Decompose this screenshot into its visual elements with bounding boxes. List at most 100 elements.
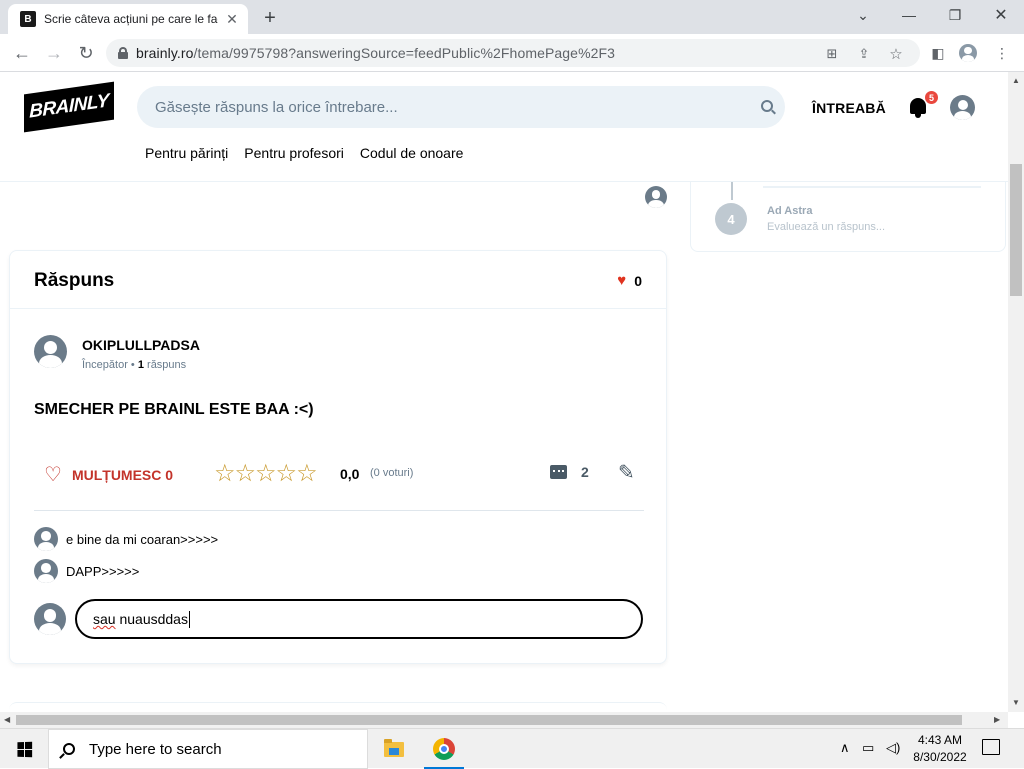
author-name[interactable]: OKIPLULLPADSA [82,337,200,353]
scroll-left-icon[interactable]: ◀ [4,715,10,724]
commenter-avatar[interactable] [34,527,58,551]
url-host: brainly.ro [136,45,194,61]
chrome-taskbar-icon[interactable] [420,729,468,769]
page-content: BRAINLY Găsește răspuns la orice întreba… [0,72,1008,712]
votes-count: (0 voturi) [370,467,414,479]
horizontal-scroll-thumb[interactable] [16,715,962,725]
new-tab-button[interactable]: + [258,6,282,30]
tab-close-icon[interactable]: ✕ [224,11,240,27]
notification-badge: 5 [924,90,939,105]
lock-icon[interactable] [118,47,128,59]
comments-button[interactable]: 2 [550,464,589,480]
comment-item: DAPP>>>>> [34,559,139,583]
comment-input-word: sau [93,611,116,627]
bookmark-star-icon[interactable]: ☆ [888,46,904,63]
back-button[interactable]: ← [8,39,36,67]
taskbar-search-placeholder: Type here to search [89,740,222,758]
comments-count: 2 [581,464,589,480]
search-icon[interactable] [761,100,773,112]
file-explorer-icon[interactable] [370,729,418,769]
header-links: Pentru părinți Pentru profesori Codul de… [145,145,463,161]
comment-text: e bine da mi coaran>>>>> [66,531,219,547]
rating-value: 0,0 [340,466,360,482]
next-card-edge [9,702,667,712]
start-button[interactable] [0,729,48,769]
commenter-avatar[interactable] [34,559,58,583]
author-answers-label: răspuns [147,359,187,371]
comments-divider [34,510,644,511]
reload-button[interactable]: ↻ [72,39,100,67]
vertical-scrollbar[interactable]: ▲ ▼ [1008,72,1024,712]
answer-text: SMECHER PE BRAINL ESTE BAA :<) [34,401,314,418]
author-meta: Începător • 1 răspuns [82,359,187,371]
comment-text: DAPP>>>>> [66,563,140,579]
user-avatar[interactable] [950,95,975,120]
scroll-up-icon[interactable]: ▲ [1012,76,1020,85]
text-caret [188,610,190,628]
taskbar-search[interactable]: Type here to search [48,729,368,769]
vertical-scroll-thumb[interactable] [1010,164,1022,296]
tab-title: Scrie câteva acțiuni pe care le fac [44,12,218,26]
author-rank: Începător [82,359,128,371]
search-icon [63,743,75,755]
tab-search-icon[interactable]: ⌄ [840,0,886,30]
share-icon[interactable]: ⇪ [856,46,872,62]
profile-icon[interactable] [958,43,978,63]
rating-stars[interactable]: ☆☆☆☆☆ [214,459,318,488]
windows-taskbar: Type here to search ∧ ▭ ◁) 4:43 AM 8/30/… [0,728,1024,769]
browser-tabstrip: B Scrie câteva acțiuni pe care le fac ✕ … [0,0,1024,34]
volume-icon[interactable]: ◁) [886,740,900,756]
minimize-button[interactable]: — [886,0,932,30]
network-icon[interactable]: ▭ [862,740,874,756]
translate-icon[interactable]: ⊞ [824,46,840,62]
link-parents[interactable]: Pentru părinți [145,145,228,161]
notification-center-icon[interactable] [982,739,1000,755]
url-path: /tema/9975798?answeringSource=feedPublic… [193,45,616,61]
menu-kebab-icon[interactable]: ⋮ [992,43,1012,63]
url-text: brainly.ro/tema/9975798?answeringSource=… [136,45,615,61]
answer-card: Răspuns ♥ 0 OKIPLULLPADSA Începător • 1 … [9,250,667,664]
profile-avatar [959,44,977,62]
taskbar-clock[interactable]: 4:43 AM 8/30/2022 [908,732,972,766]
step-title: Ad Astra [767,205,813,217]
answer-card-header: Răspuns ♥ 0 [10,251,666,309]
scroll-down-icon[interactable]: ▼ [1012,698,1020,707]
close-window-button[interactable]: ✕ [978,0,1024,30]
step-subtitle: Evaluează un răspuns... [767,221,886,233]
thanks-label: MULȚUMESC 0 [71,466,174,483]
author-answers-count: 1 [137,359,144,371]
brainly-logo[interactable]: BRAINLY [24,81,114,133]
windows-logo-icon [16,741,32,757]
heart-outline-icon: ♡ [44,464,62,486]
answer-likes: ♥ 0 [617,272,642,289]
search-placeholder: Găsește răspuns la orice întrebare... [155,98,398,116]
browser-tab[interactable]: B Scrie câteva acțiuni pe care le fac ✕ [8,4,248,34]
clock-date: 8/30/2022 [913,750,967,764]
restore-button[interactable]: ❐ [932,0,978,30]
thanks-button[interactable]: ♡ MULȚUMESC 0 [44,462,173,487]
step-divider [763,186,981,188]
search-input[interactable]: Găsește răspuns la orice întrebare... [137,86,785,128]
step-connector [731,182,733,200]
author-avatar[interactable] [34,335,67,368]
horizontal-scrollbar[interactable]: ◀ ▶ [0,712,1008,728]
heart-icon: ♥ [617,272,627,289]
likes-count: 0 [634,272,642,289]
side-panel-icon[interactable]: ◧ [928,43,948,63]
address-bar[interactable]: brainly.ro/tema/9975798?answeringSource=… [106,39,920,67]
browser-toolbar: ← → ↻ brainly.ro/tema/9975798?answeringS… [0,34,1024,72]
answer-actions: ♡ MULȚUMESC 0 ☆☆☆☆☆ 0,0 (0 voturi) 2 ✎ [34,454,644,494]
notifications-bell-icon[interactable]: 5 [908,90,939,120]
forward-button[interactable]: → [40,39,68,67]
link-honor-code[interactable]: Codul de onoare [360,145,464,161]
comment-input-rest: nuausddas [115,611,188,627]
asker-avatar[interactable] [645,186,667,208]
scroll-right-icon[interactable]: ▶ [994,715,1000,724]
answer-title: Răspuns [34,270,115,291]
progress-steps-card: 4 Ad Astra Evaluează un răspuns... [690,182,1006,252]
comment-input-field[interactable]: sau nuausddas [75,599,643,639]
edit-pencil-icon[interactable]: ✎ [618,460,635,485]
tray-chevron-icon[interactable]: ∧ [840,740,850,756]
link-teachers[interactable]: Pentru profesori [244,145,344,161]
ask-button[interactable]: ÎNTREABĂ [812,100,886,116]
